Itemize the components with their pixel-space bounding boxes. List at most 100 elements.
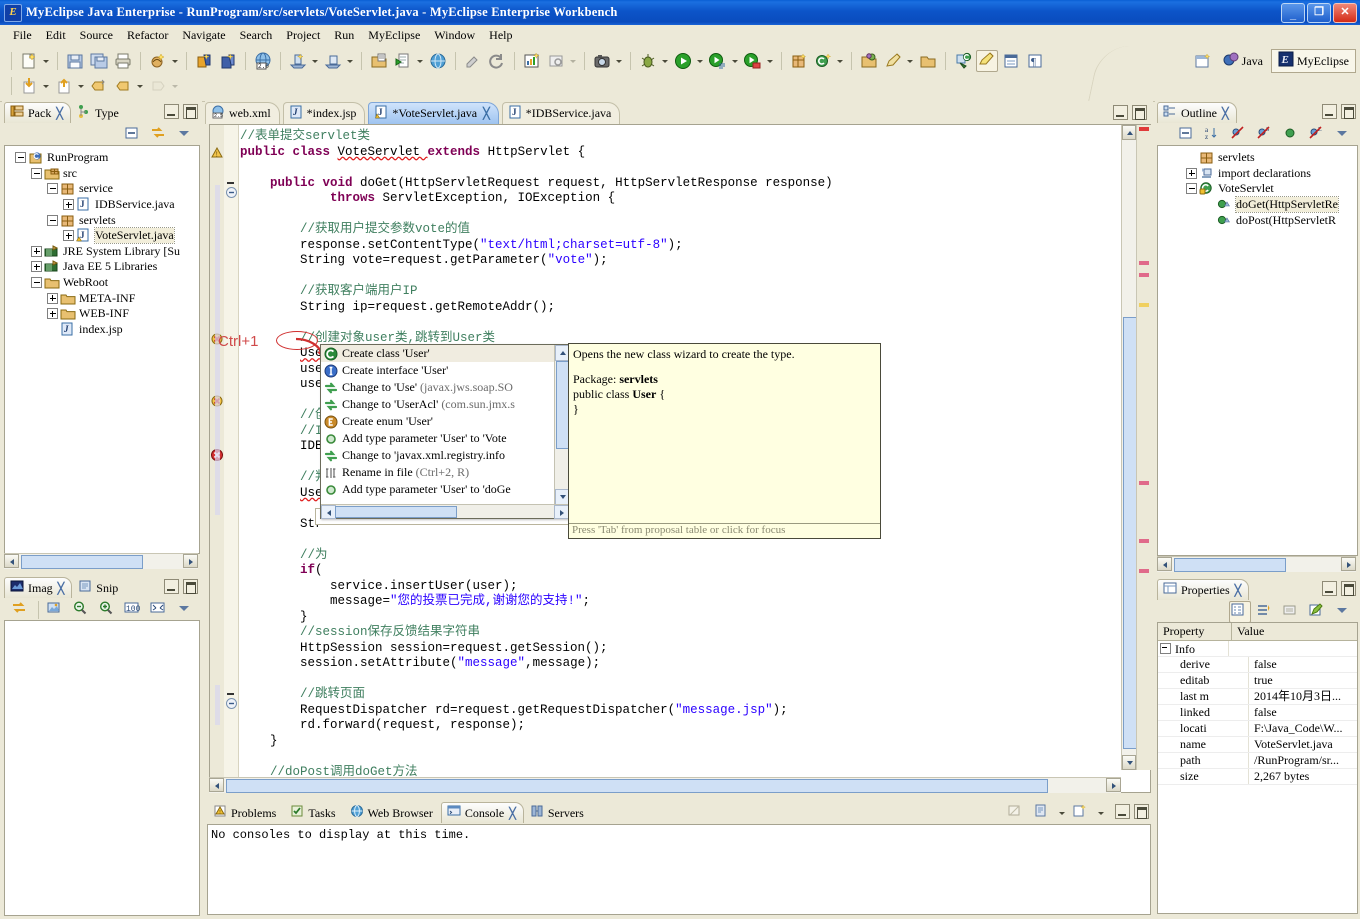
- menu-navigate[interactable]: Navigate: [175, 26, 232, 45]
- close-icon[interactable]: ╳: [483, 107, 490, 120]
- menu-run[interactable]: Run: [327, 26, 361, 45]
- overview-warning-marker[interactable]: [1139, 303, 1149, 307]
- hscroll-left-arrow[interactable]: [1157, 557, 1172, 571]
- tree-expander-minus[interactable]: [15, 152, 26, 164]
- tab-snippets[interactable]: Snip: [72, 577, 126, 598]
- tree-expander-plus[interactable]: [63, 230, 74, 242]
- pin-icon[interactable]: [1307, 601, 1329, 623]
- hide-static-icon[interactable]: S: [1255, 124, 1277, 146]
- menu-refactor[interactable]: Refactor: [120, 26, 175, 45]
- console-body[interactable]: No consoles to display at this time.: [207, 824, 1151, 915]
- clear-console-icon[interactable]: [1006, 802, 1028, 824]
- run-config-icon[interactable]: [707, 50, 729, 72]
- quickfix-proposal-list[interactable]: Create class 'User' Create interface 'Use…: [321, 345, 555, 505]
- editor-tab-web-xml[interactable]: 2.5 web.xml: [205, 102, 280, 124]
- quickfix-scroll-right-arrow[interactable]: [554, 505, 569, 519]
- run-jsp-dropdown-arrow[interactable]: [415, 51, 424, 71]
- open-perspective-icon[interactable]: [1192, 50, 1214, 72]
- tab-tasks[interactable]: Tasks: [284, 802, 343, 823]
- vscroll-down-arrow[interactable]: [1122, 755, 1136, 770]
- editor-folding-column[interactable]: [224, 125, 239, 792]
- properties-row[interactable]: derive false: [1158, 657, 1357, 673]
- camera-icon[interactable]: [591, 50, 613, 72]
- back-dropdown-arrow[interactable]: [135, 76, 144, 96]
- close-icon[interactable]: ╳: [58, 582, 65, 595]
- step-return-dropdown-arrow[interactable]: [76, 76, 85, 96]
- view-menu-icon[interactable]: [175, 599, 197, 621]
- view-menu-icon[interactable]: [1333, 601, 1355, 623]
- new-class-dropdown-arrow[interactable]: [835, 51, 844, 71]
- editor-overview-ruler[interactable]: [1136, 125, 1152, 770]
- properties-row[interactable]: path/RunProgram/sr...: [1158, 753, 1357, 769]
- package-explorer-hscrollbar[interactable]: [4, 553, 198, 569]
- view-menu-icon[interactable]: [175, 124, 197, 146]
- tree-item[interactable]: J VoteServlet.java: [7, 227, 199, 245]
- quickfix-scroll-left-arrow[interactable]: [321, 505, 336, 519]
- collapse-all-icon[interactable]: [123, 124, 145, 146]
- tree-item[interactable]: Jindex.jsp: [7, 322, 199, 338]
- web-browser-icon[interactable]: 2.0: [252, 50, 274, 72]
- export-jar-icon[interactable]: [193, 50, 215, 72]
- perspective-java[interactable]: Java: [1217, 50, 1269, 72]
- quickfix-proposal-item[interactable]: Change to 'Use' (javax.jws.soap.SO: [321, 379, 555, 396]
- overview-error-marker[interactable]: [1139, 569, 1149, 573]
- editor-vscrollbar[interactable]: [1121, 125, 1137, 770]
- close-icon[interactable]: ╳: [509, 807, 516, 820]
- save-icon[interactable]: [64, 50, 86, 72]
- outline-hscrollbar[interactable]: [1157, 556, 1356, 572]
- tree-item[interactable]: META-INF: [7, 290, 199, 306]
- overview-error-marker[interactable]: [1139, 273, 1149, 277]
- deploy-dropdown-arrow[interactable]: [310, 51, 319, 71]
- minimize-view-icon[interactable]: [1322, 581, 1337, 596]
- sort-icon[interactable]: az: [1203, 124, 1225, 146]
- close-icon[interactable]: ╳: [1235, 584, 1242, 597]
- maximize-view-icon[interactable]: [1341, 104, 1356, 119]
- new-project-icon[interactable]: [147, 50, 169, 72]
- menu-file[interactable]: File: [6, 26, 39, 45]
- overview-error-marker[interactable]: [1139, 539, 1149, 543]
- search-icon[interactable]: [952, 50, 974, 72]
- hscroll-thumb[interactable]: [21, 555, 143, 569]
- run-jsp-icon[interactable]: [392, 50, 414, 72]
- sync-icon[interactable]: [10, 599, 32, 621]
- new-wizard-icon[interactable]: [18, 50, 40, 72]
- vscroll-thumb[interactable]: [1123, 317, 1137, 749]
- scroll-lock-icon[interactable]: [1032, 802, 1054, 824]
- tree-expander-plus[interactable]: [31, 261, 42, 273]
- editor-tab-idbservice-java[interactable]: J *IDBService.java: [501, 102, 621, 124]
- globe-icon[interactable]: [427, 50, 449, 72]
- scroll-lock-dropdown-arrow[interactable]: [1057, 803, 1066, 823]
- restore-button[interactable]: ❐: [1307, 3, 1331, 23]
- hscroll-left-arrow[interactable]: [209, 778, 224, 792]
- fit-icon[interactable]: [149, 599, 171, 621]
- step-into-dropdown-arrow[interactable]: [41, 76, 50, 96]
- tab-console[interactable]: Console ╳: [440, 802, 524, 823]
- tree-expander-plus[interactable]: [1186, 167, 1197, 179]
- run-external-icon[interactable]: [742, 50, 764, 72]
- menu-search[interactable]: Search: [233, 26, 280, 45]
- debug-icon[interactable]: [637, 50, 659, 72]
- tab-web-browser[interactable]: Web Browser: [344, 802, 441, 823]
- tab-servers[interactable]: Servers: [524, 802, 592, 823]
- perspective-myeclipse[interactable]: E MyEclipse: [1271, 49, 1356, 73]
- tree-item[interactable]: servlets: [1160, 150, 1357, 166]
- tree-item[interactable]: JRE System Library [Su: [7, 244, 199, 260]
- show-advanced-icon[interactable]: [1255, 601, 1277, 623]
- new-project-dropdown-arrow[interactable]: [170, 51, 179, 71]
- vscroll-up-arrow[interactable]: [1122, 125, 1136, 140]
- quickfix-proposal-popup[interactable]: Create class 'User' Create interface 'Use…: [320, 344, 570, 519]
- editor-hscrollbar[interactable]: [209, 777, 1121, 793]
- tree-expander-minus[interactable]: [47, 183, 58, 195]
- server-dropdown-arrow[interactable]: [345, 51, 354, 71]
- hscroll-right-arrow[interactable]: [183, 554, 198, 568]
- block-selection-icon[interactable]: [1000, 50, 1022, 72]
- close-button[interactable]: ✕: [1333, 3, 1357, 23]
- quickfix-hscroll-thumb[interactable]: [335, 506, 457, 518]
- tree-item[interactable]: WEB-INF: [7, 306, 199, 322]
- prev-annotation-icon[interactable]: [88, 75, 110, 97]
- tree-item[interactable]: Java EE 5 Libraries: [7, 259, 199, 275]
- hscroll-right-arrow[interactable]: [1341, 557, 1356, 571]
- minimize-view-icon[interactable]: [164, 104, 179, 119]
- show-categories-icon[interactable]: [1229, 601, 1251, 623]
- tree-item[interactable]: src: [7, 166, 199, 182]
